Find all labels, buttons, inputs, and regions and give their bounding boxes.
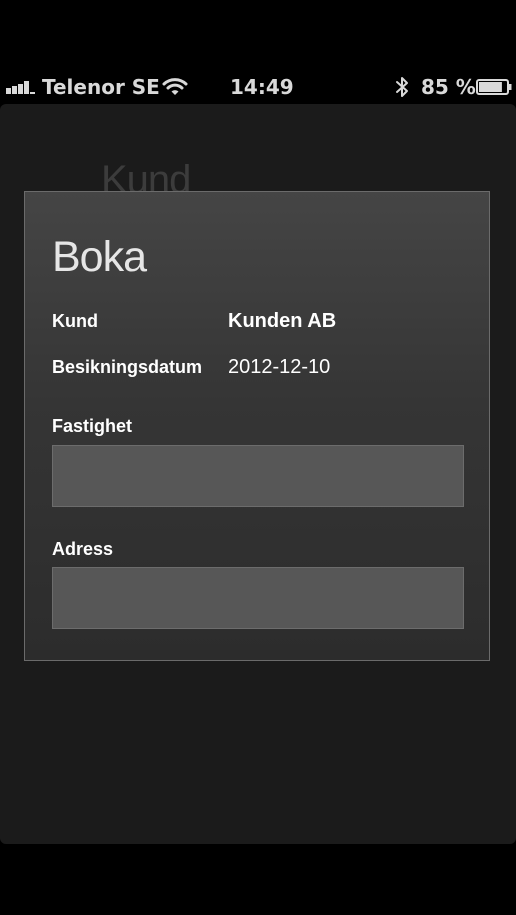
signal-icon	[6, 81, 35, 94]
status-bar: Telenor SE 14:49 85 %	[0, 70, 516, 104]
inspection-date-label: Besikningsdatum	[52, 357, 203, 377]
address-label: Adress	[52, 539, 114, 559]
clock: 14:49	[230, 75, 294, 99]
bluetooth-icon	[396, 77, 408, 97]
carrier-name: Telenor SE	[42, 75, 160, 99]
address-input[interactable]	[52, 567, 464, 629]
battery-icon	[476, 79, 512, 95]
booking-dialog: Boka Kund Kunden AB Besikningsdatum 2012…	[24, 191, 490, 661]
inspection-date-value: 2012-12-10	[228, 356, 331, 378]
dialog-title: Boka	[52, 233, 147, 281]
app-background-screen: Kund Boka Kund Kunden AB Besikningsdatum…	[0, 104, 516, 844]
property-label: Fastighet	[52, 416, 133, 436]
customer-value: Kunden AB	[228, 310, 337, 332]
bottom-bar	[0, 844, 516, 915]
battery-percentage: 85 %	[421, 75, 476, 99]
customer-label: Kund	[52, 311, 98, 331]
property-input[interactable]	[52, 445, 464, 507]
wifi-icon	[162, 78, 188, 95]
